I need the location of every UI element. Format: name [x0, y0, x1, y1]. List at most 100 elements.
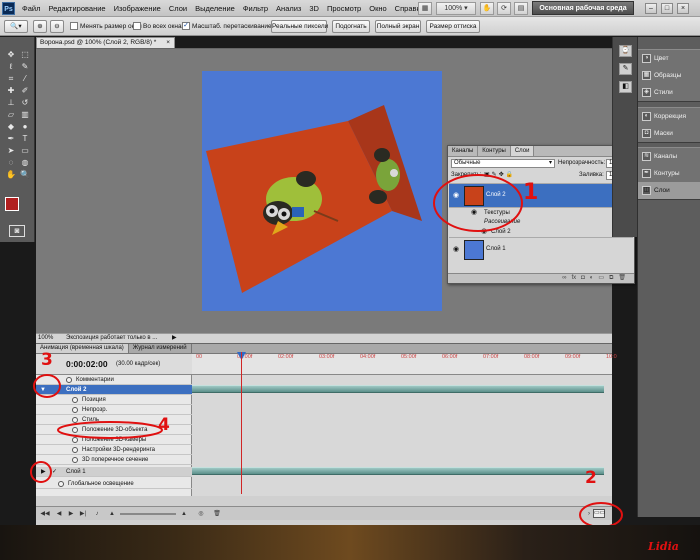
- menu-analysis[interactable]: Анализ: [272, 0, 305, 17]
- onion-skin-icon[interactable]: ◎: [196, 510, 206, 518]
- layer-1-name[interactable]: Слой 1: [486, 246, 506, 252]
- quick-mask-icon[interactable]: ◙: [9, 225, 25, 237]
- brush-tool-icon[interactable]: ✐: [18, 85, 32, 97]
- marquee-tool-icon[interactable]: ⬚: [18, 49, 32, 61]
- checkbox-box[interactable]: [70, 22, 78, 30]
- eye-icon[interactable]: ◉: [451, 245, 461, 255]
- menu-3d[interactable]: 3D: [305, 0, 323, 17]
- bridge-icon[interactable]: ▦: [418, 2, 432, 15]
- zoom-tool-preset[interactable]: 🔍▾: [4, 20, 28, 33]
- menu-image[interactable]: Изображение: [110, 0, 165, 17]
- mask-icon[interactable]: ◘: [581, 274, 585, 283]
- zoom-level-dropdown[interactable]: 100% ▾: [436, 2, 476, 15]
- delete-keyframe-icon[interactable]: 🗑: [212, 510, 222, 518]
- timeline-zoom-slider[interactable]: [120, 513, 176, 515]
- dock-item-color[interactable]: ◑ Цвет: [638, 50, 700, 67]
- move-tool-icon[interactable]: ✥: [4, 49, 18, 61]
- all-windows-checkbox[interactable]: Во всех окнах: [133, 22, 185, 30]
- clone-stamp-tool-icon[interactable]: ⊥: [4, 97, 18, 109]
- track-opacity[interactable]: Непрозр.: [36, 405, 192, 415]
- blur-tool-icon[interactable]: ◆: [4, 121, 18, 133]
- type-tool-icon[interactable]: T: [18, 133, 32, 145]
- new-layer-icon[interactable]: ⧉: [609, 274, 613, 283]
- dock-item-swatches[interactable]: ▦ Образцы: [638, 67, 700, 84]
- history-brush-tool-icon[interactable]: ↺: [18, 97, 32, 109]
- menu-select[interactable]: Выделение: [191, 0, 239, 17]
- menu-window[interactable]: Окно: [365, 0, 390, 17]
- gradient-tool-icon[interactable]: ▥: [18, 109, 32, 121]
- 3d-rotate-tool-icon[interactable]: ◌: [4, 157, 18, 169]
- lasso-tool-icon[interactable]: ℓ: [4, 61, 18, 73]
- path-select-tool-icon[interactable]: ➤: [4, 145, 18, 157]
- audio-icon[interactable]: ♪: [92, 510, 102, 518]
- hand-tool-icon[interactable]: ✋: [480, 2, 494, 15]
- actual-pixels-button[interactable]: Реальные пиксели: [271, 20, 328, 33]
- track-layer-1[interactable]: ▶ ✓ Слой 1: [36, 467, 192, 477]
- print-size-button[interactable]: Размер оттиска: [426, 20, 480, 33]
- pen-tool-icon[interactable]: ✒: [4, 133, 18, 145]
- tab-channels[interactable]: Каналы: [448, 146, 479, 156]
- close-icon[interactable]: ×: [677, 3, 689, 14]
- close-document-icon[interactable]: ×: [166, 38, 170, 48]
- track-global-lighting[interactable]: Глобальное освещение: [36, 479, 192, 489]
- fx-icon[interactable]: fx: [571, 274, 576, 283]
- maximize-icon[interactable]: □: [661, 3, 673, 14]
- rotate-view-icon[interactable]: ⟳: [497, 2, 511, 15]
- full-screen-button[interactable]: Полный экран: [375, 20, 421, 33]
- zoom-out-icon[interactable]: ⊖: [50, 20, 64, 33]
- tab-layers[interactable]: Слои: [510, 146, 535, 156]
- eraser-tool-icon[interactable]: ▱: [4, 109, 18, 121]
- dodge-tool-icon[interactable]: ●: [18, 121, 32, 133]
- layer-2-duration-bar[interactable]: [192, 385, 604, 393]
- shape-tool-icon[interactable]: ▭: [18, 145, 32, 157]
- checkbox-box[interactable]: [133, 22, 141, 30]
- timeline-ruler[interactable]: 00 01:00f 02:00f 03:00f 04:00f 05:00f 06:00f 07…: [192, 354, 617, 375]
- brush-presets-icon[interactable]: ✎: [619, 63, 632, 75]
- track-3d-cross-section[interactable]: 3D поперечное сечение: [36, 455, 192, 465]
- document-canvas[interactable]: [202, 71, 442, 311]
- arrange-documents-icon[interactable]: ▤: [514, 2, 528, 15]
- next-frame-icon[interactable]: ▶|: [78, 510, 88, 518]
- quick-select-tool-icon[interactable]: ✎: [18, 61, 32, 73]
- current-timecode[interactable]: 0:00:02:00: [66, 359, 108, 369]
- menu-file[interactable]: Файл: [18, 0, 44, 17]
- properties-icon[interactable]: ◧: [619, 81, 632, 93]
- fit-screen-button[interactable]: Подогнать: [332, 20, 370, 33]
- dock-item-masks[interactable]: ◘ Маски: [638, 125, 700, 142]
- layer-row-1[interactable]: ◉ Слой 1: [449, 237, 633, 261]
- minimize-icon[interactable]: –: [645, 3, 657, 14]
- crop-tool-icon[interactable]: ⌗: [4, 73, 18, 85]
- blend-mode-select[interactable]: Обычные ▾: [451, 159, 555, 168]
- dock-item-adjustments[interactable]: ◐ Коррекция: [638, 108, 700, 125]
- track-3d-render-settings[interactable]: Настройки 3D-рендеринга: [36, 445, 192, 455]
- document-tab[interactable]: Ворона.psd @ 100% (Слой 2, RGB/8) * ×: [36, 37, 175, 48]
- dock-item-layers[interactable]: ◫ Слои: [638, 182, 700, 199]
- stopwatch-icon[interactable]: [72, 457, 78, 463]
- menu-layers[interactable]: Слои: [165, 0, 191, 17]
- link-icon[interactable]: ∞: [562, 274, 566, 283]
- zoom-in-timeline-icon[interactable]: ▲: [180, 510, 188, 518]
- menu-edit[interactable]: Редактирование: [44, 0, 109, 17]
- stopwatch-icon[interactable]: [72, 407, 78, 413]
- eyedropper-tool-icon[interactable]: ⁄: [18, 73, 32, 85]
- menu-filter[interactable]: Фильтр: [239, 0, 272, 17]
- healing-tool-icon[interactable]: ✚: [4, 85, 18, 97]
- stopwatch-icon[interactable]: [58, 481, 64, 487]
- layer-1-duration-bar[interactable]: [192, 467, 604, 475]
- tab-paths[interactable]: Контуры: [478, 146, 511, 156]
- stopwatch-icon[interactable]: [66, 377, 72, 383]
- history-icon[interactable]: ⌚: [619, 45, 632, 57]
- status-arrow-icon[interactable]: ▶: [172, 334, 177, 343]
- resize-windows-checkbox[interactable]: Менять размер окон: [70, 22, 142, 30]
- menu-view[interactable]: Просмотр: [323, 0, 365, 17]
- dock-item-styles[interactable]: ◈ Стили: [638, 84, 700, 101]
- track-bars[interactable]: [192, 375, 612, 496]
- dock-item-channels[interactable]: ≋ Каналы: [638, 148, 700, 165]
- status-zoom[interactable]: 100%: [38, 334, 53, 343]
- scrubby-zoom-checkbox[interactable]: ✓ Масштаб. перетаскиванием: [182, 22, 276, 30]
- stopwatch-icon[interactable]: [72, 447, 78, 453]
- zoom-tool-icon[interactable]: 🔍: [18, 169, 32, 181]
- foreground-color-swatch[interactable]: [5, 197, 19, 211]
- play-icon[interactable]: ▶: [66, 510, 76, 518]
- dock-item-paths[interactable]: ✒ Контуры: [638, 165, 700, 182]
